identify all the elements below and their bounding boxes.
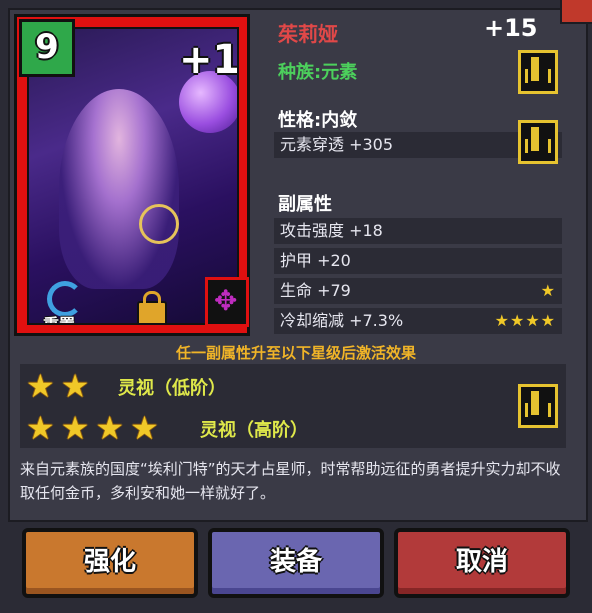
hero-race: 种族:元素 (278, 62, 358, 83)
tier-info-icon[interactable] (518, 384, 558, 428)
tier-label: 灵视（高阶） (200, 420, 308, 441)
tier-stars: ★★★★ (26, 409, 165, 447)
sub-stat-label: 护甲 +20 (280, 251, 351, 270)
sub-stat-row: 护甲 +20 (274, 248, 562, 274)
hero-description: 来自元素族的国度“埃利门特”的天才占星师，时常帮助远征的勇者提升实力却不收取任何… (20, 460, 561, 502)
sub-stat-row: 生命 +79 ★ (274, 278, 562, 304)
tier-label: 灵视（低阶） (118, 378, 226, 399)
enhance-button[interactable]: 强化 (22, 528, 198, 598)
lock-icon[interactable] (137, 291, 167, 323)
hero-detail-panel: +15 重置 9 茱莉娅 +15 种族:元素 性格:内敛 元素穿透 +305 副… (0, 0, 592, 613)
sub-stat-stars: ★★★★ (494, 311, 556, 330)
hero-card: +15 重置 9 (14, 14, 250, 336)
sub-stats-heading: 副属性 (278, 194, 332, 215)
close-corner-button[interactable] (560, 0, 592, 24)
personality-heading: 性格:内敛 (278, 110, 358, 131)
sun-symbol (139, 204, 179, 244)
rune-slot-icon[interactable] (205, 277, 249, 327)
sub-stat-stars: ★ (540, 281, 556, 300)
card-plus-level: +15 (179, 37, 239, 83)
personality-stat-label: 元素穿透 +305 (280, 135, 394, 154)
race-info-icon[interactable] (518, 50, 558, 94)
level-badge: 9 (19, 19, 75, 77)
cancel-button[interactable]: 取消 (394, 528, 570, 598)
level-value: 9 (35, 27, 59, 67)
hero-figure (59, 89, 179, 289)
sub-stat-label: 生命 +79 (280, 281, 351, 300)
reset-button[interactable]: 重置 (43, 281, 95, 325)
activation-notice: 任一副属性升至以下星级后激活效果 (175, 344, 416, 362)
sub-stat-label: 冷却缩减 +7.3% (280, 311, 404, 330)
reset-label: 重置 (43, 315, 76, 325)
tier-stars: ★★ (26, 367, 96, 405)
hero-name: 茱莉娅 (278, 22, 338, 46)
hero-plus-level: +15 (484, 14, 538, 42)
tier-effects-box: ★★ 灵视（低阶） ★★★★ 灵视（高阶） (20, 364, 566, 448)
sub-stat-label: 攻击强度 +18 (280, 221, 383, 240)
sub-stat-row: 攻击强度 +18 (274, 218, 562, 244)
personality-info-icon[interactable] (518, 120, 558, 164)
equip-button[interactable]: 装备 (208, 528, 384, 598)
sub-stat-row: 冷却缩减 +7.3% ★★★★ (274, 308, 562, 334)
